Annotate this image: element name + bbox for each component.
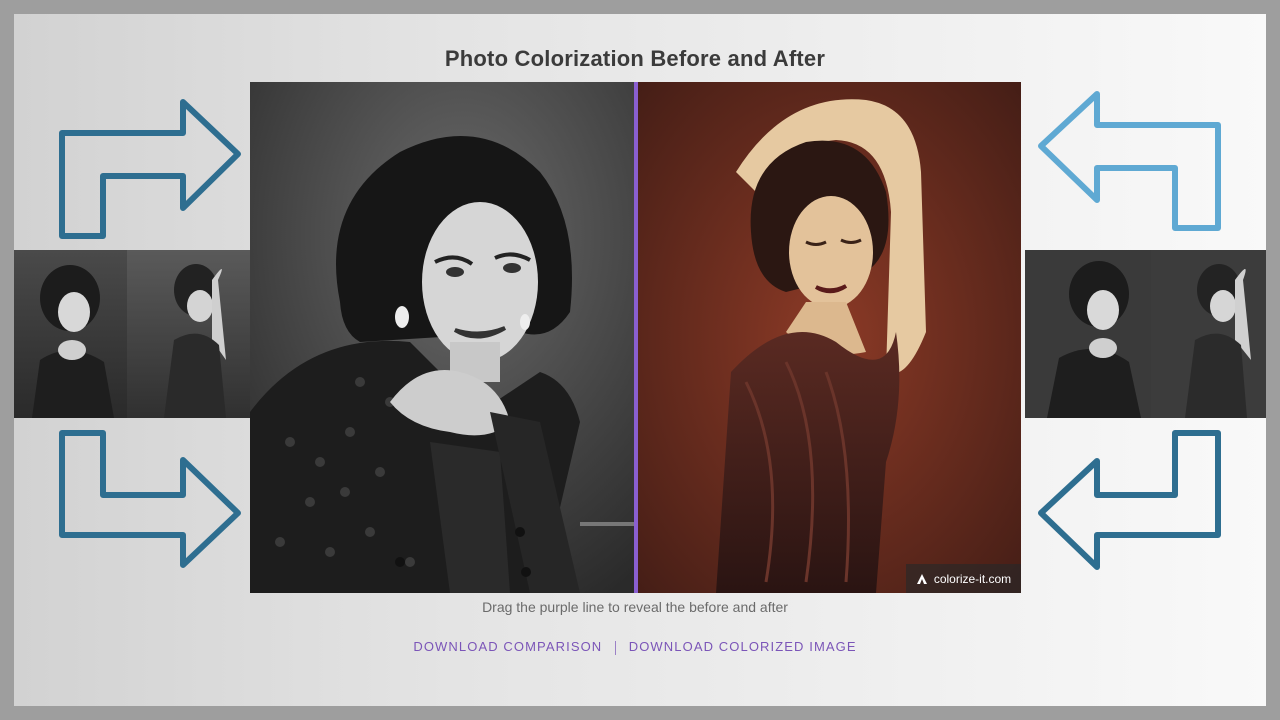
arrow-right-icon [59, 99, 241, 239]
thumbnail-before-after-right [1025, 250, 1266, 418]
before-after-comparison[interactable]: colorize-it.com [250, 82, 1021, 593]
comparison-slider-handle[interactable] [633, 82, 638, 593]
arrow-left-icon [1038, 430, 1221, 570]
watermark: colorize-it.com [906, 564, 1021, 593]
arrow-right-icon [59, 430, 241, 568]
before-image [250, 82, 636, 593]
page-title: Photo Colorization Before and After [444, 46, 826, 71]
link-separator [615, 640, 617, 655]
after-image [636, 82, 1021, 593]
download-colorized-link[interactable]: DOWNLOAD COLORIZED IMAGE [629, 639, 857, 654]
download-links: DOWNLOAD COMPARISON DOWNLOAD COLORIZED I… [0, 639, 1270, 655]
watermark-text: colorize-it.com [933, 571, 1012, 586]
arrow-left-icon [1038, 91, 1221, 231]
comparison-caption: Drag the purple line to reveal the befor… [482, 599, 788, 615]
thumbnail-before-after-left [14, 250, 252, 418]
download-comparison-link[interactable]: DOWNLOAD COMPARISON [413, 639, 602, 654]
colorize-logo-icon [916, 573, 927, 584]
